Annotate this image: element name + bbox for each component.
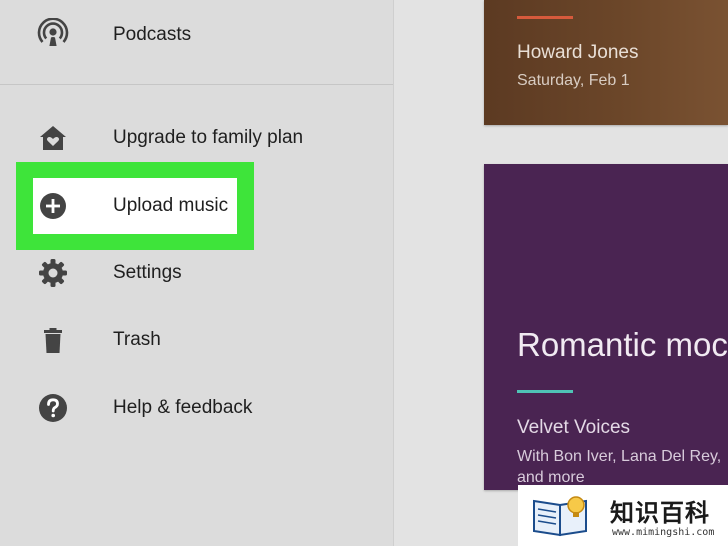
playlist-description: With Bon Iver, Lana Del Rey, and more: [517, 446, 728, 488]
add-circle-icon: [36, 189, 70, 223]
trash-icon: [36, 323, 70, 357]
card-title: Howard Jones: [517, 42, 639, 63]
podcast-icon: [36, 18, 70, 52]
book-lightbulb-icon: [528, 493, 598, 544]
card-accent-line: [517, 16, 573, 19]
gear-icon: [36, 256, 70, 290]
sidebar-item-label: Upgrade to family plan: [113, 127, 304, 148]
sidebar-item-podcasts[interactable]: Podcasts: [0, 9, 393, 61]
sidebar-item-settings[interactable]: Settings: [0, 247, 393, 299]
sidebar-item-label: Upload music: [113, 195, 229, 216]
help-icon: [36, 391, 70, 425]
watermark-text: 知识百科: [610, 499, 710, 527]
sidebar-item-label: Settings: [113, 262, 182, 283]
watermark: 知识百科 www.mimingshi.com: [518, 485, 728, 546]
card-subtitle: Saturday, Feb 1: [517, 72, 630, 89]
sidebar-item-label: Trash: [113, 329, 161, 350]
card-accent-line: [517, 390, 573, 393]
description-line-1: With Bon Iver, Lana Del Rey,: [517, 448, 722, 465]
watermark-url: www.mimingshi.com: [612, 527, 715, 538]
sidebar-edge: [393, 0, 394, 546]
sidebar-item-trash[interactable]: Trash: [0, 314, 393, 366]
playlist-title: Velvet Voices: [517, 417, 631, 438]
playlist-card[interactable]: Romantic moc Velvet Voices With Bon Iver…: [484, 164, 728, 490]
sidebar-divider: [0, 84, 393, 85]
navigation-drawer: Podcasts Upgrade to family plan Upload m…: [0, 0, 393, 546]
event-card[interactable]: Howard Jones Saturday, Feb 1: [484, 0, 728, 125]
card-heading: Romantic moc: [517, 326, 728, 363]
family-home-icon: [36, 121, 70, 155]
sidebar-item-label: Podcasts: [113, 24, 192, 45]
sidebar-item-upgrade-family[interactable]: Upgrade to family plan: [0, 112, 393, 164]
sidebar-item-label: Help & feedback: [113, 397, 253, 418]
sidebar-item-help-feedback[interactable]: Help & feedback: [0, 382, 393, 434]
sidebar-item-upload-music[interactable]: Upload music: [0, 180, 393, 232]
